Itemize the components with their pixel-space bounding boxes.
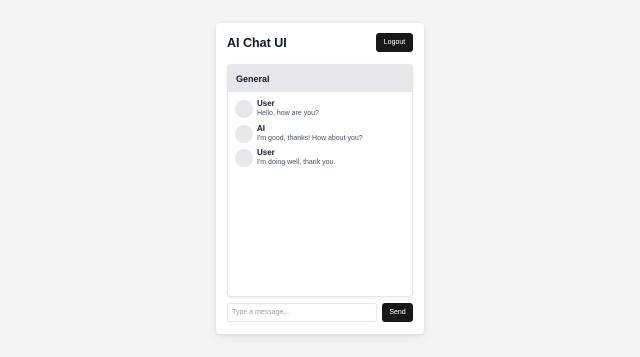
message-item: AI I'm good, thanks! How about you? bbox=[235, 124, 405, 149]
message-input[interactable] bbox=[227, 303, 377, 322]
message-text: I'm good, thanks! How about you? bbox=[257, 134, 363, 142]
message-sender: User bbox=[257, 148, 275, 157]
message-list: User Hello, how are you? AI I'm good, th… bbox=[228, 92, 412, 173]
message-text: Hello, how are you? bbox=[257, 110, 319, 117]
avatar bbox=[235, 149, 253, 167]
channel-name: General bbox=[236, 73, 270, 84]
app-title: AI Chat UI bbox=[227, 36, 287, 50]
message-text: I'm doing well, thank you. bbox=[257, 159, 336, 166]
send-button[interactable]: Send bbox=[382, 303, 413, 322]
channel-header: General bbox=[228, 65, 412, 92]
message-sender: AI bbox=[257, 123, 265, 133]
chat-card: AI Chat UI Logout General User Hello, ho… bbox=[216, 23, 424, 334]
logout-button[interactable]: Logout bbox=[376, 33, 413, 52]
message-sender: User bbox=[257, 99, 275, 108]
message-item: User Hello, how are you? bbox=[235, 99, 405, 124]
message-item: User I'm doing well, thank you. bbox=[235, 148, 405, 173]
message-composer: Send bbox=[227, 303, 413, 322]
chat-panel: General User Hello, how are you? AI I'm … bbox=[227, 64, 413, 297]
avatar bbox=[235, 124, 253, 143]
avatar bbox=[235, 100, 253, 118]
